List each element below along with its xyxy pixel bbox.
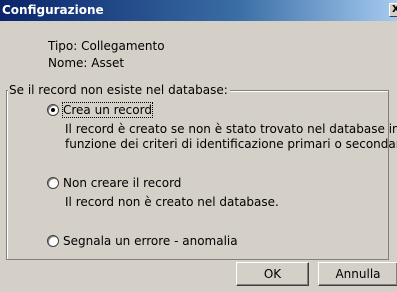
ok-button[interactable]: OK (236, 262, 309, 286)
configurazione-dialog: Configurazione X Tipo: Collegamento Nome… (0, 0, 397, 292)
window-title: Configurazione (2, 3, 104, 17)
nome-label: Nome: Asset (48, 56, 125, 70)
description-crea-line-1: Il record è creato se non è stato trovat… (65, 122, 397, 136)
radio-label-segnala[interactable]: Segnala un errore - anomalia (63, 234, 238, 248)
radio-selected-dot (51, 108, 55, 112)
radio-label-non-creare[interactable]: Non creare il record (63, 176, 181, 190)
group-legend: Se il record non esiste nel database: (8, 83, 230, 97)
cancel-button[interactable]: Annulla (318, 262, 397, 286)
description-non-creare: Il record non è creato nel database. (65, 195, 279, 209)
radio-button-segnala[interactable] (47, 235, 59, 247)
tipo-label: Tipo: Collegamento (48, 39, 165, 53)
radio-label-crea[interactable]: Crea un record (62, 102, 153, 118)
description-crea-line-2: funzione dei criteri di identificazione … (65, 137, 397, 151)
title-bar[interactable]: Configurazione X (0, 0, 397, 21)
radio-button-non-creare[interactable] (47, 177, 59, 189)
close-icon: X (392, 4, 397, 15)
radio-button-crea[interactable] (47, 104, 59, 116)
close-button[interactable]: X (389, 3, 397, 17)
